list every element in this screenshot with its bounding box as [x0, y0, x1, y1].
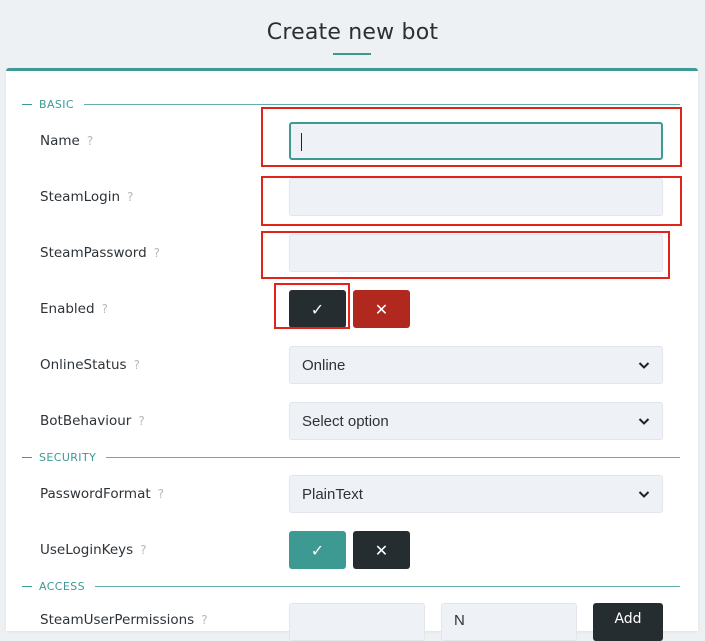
title-underline — [333, 53, 371, 55]
section-security: SECURITY — [22, 450, 680, 464]
use-login-keys-no-button[interactable]: ✕ — [353, 531, 410, 569]
password-format-label: PasswordFormat? — [40, 486, 165, 502]
bot-behaviour-label: BotBehaviour? — [40, 413, 145, 429]
check-icon: ✓ — [310, 540, 325, 560]
chevron-down-icon — [638, 491, 650, 498]
name-input[interactable] — [289, 122, 663, 160]
help-icon[interactable]: ? — [87, 134, 93, 148]
section-line — [106, 456, 680, 458]
section-dash — [22, 103, 32, 105]
online-status-label: OnlineStatus? — [40, 357, 140, 373]
help-icon[interactable]: ? — [138, 414, 144, 428]
password-format-value: PlainText — [302, 485, 363, 503]
section-dash — [22, 585, 32, 587]
x-icon: ✕ — [374, 299, 389, 319]
help-icon[interactable]: ? — [201, 613, 207, 627]
steam-user-permissions-label: SteamUserPermissions? — [40, 612, 208, 628]
section-label-basic: BASIC — [39, 97, 74, 111]
enabled-yes-button[interactable]: ✓ — [289, 290, 346, 328]
steam-password-label: SteamPassword? — [40, 245, 161, 261]
help-icon[interactable]: ? — [158, 487, 164, 501]
steam-user-id-input[interactable] — [289, 603, 425, 641]
x-icon: ✕ — [374, 540, 389, 560]
section-access: ACCESS — [22, 579, 680, 593]
help-icon[interactable]: ? — [134, 358, 140, 372]
use-login-keys-label: UseLoginKeys? — [40, 542, 147, 558]
check-icon: ✓ — [310, 299, 325, 319]
permission-select[interactable]: N — [441, 603, 577, 641]
chevron-down-icon — [638, 418, 650, 425]
steam-login-input[interactable] — [289, 178, 663, 216]
online-status-select[interactable]: Online — [289, 346, 663, 384]
section-line — [83, 103, 680, 105]
use-login-keys-yes-button[interactable]: ✓ — [289, 531, 346, 569]
bot-behaviour-select[interactable]: Select option — [289, 402, 663, 440]
steam-login-label: SteamLogin? — [40, 189, 134, 205]
enabled-label: Enabled? — [40, 301, 108, 317]
chevron-down-icon — [638, 362, 650, 369]
help-icon[interactable]: ? — [127, 190, 133, 204]
help-icon[interactable]: ? — [140, 543, 146, 557]
text-caret — [301, 133, 302, 151]
section-label-security: SECURITY — [39, 450, 97, 464]
password-format-select[interactable]: PlainText — [289, 475, 663, 513]
page-title: Create new bot — [266, 20, 439, 45]
name-label: Name? — [40, 133, 94, 149]
section-dash — [22, 456, 32, 458]
bot-behaviour-value: Select option — [302, 412, 389, 430]
add-permission-button[interactable]: Add — [593, 603, 663, 641]
help-icon[interactable]: ? — [154, 246, 160, 260]
section-label-access: ACCESS — [39, 579, 86, 593]
help-icon[interactable]: ? — [102, 302, 108, 316]
section-basic: BASIC — [22, 97, 680, 111]
steam-password-input[interactable] — [289, 234, 663, 272]
online-status-value: Online — [302, 356, 346, 374]
enabled-no-button[interactable]: ✕ — [353, 290, 410, 328]
section-line — [95, 585, 680, 587]
